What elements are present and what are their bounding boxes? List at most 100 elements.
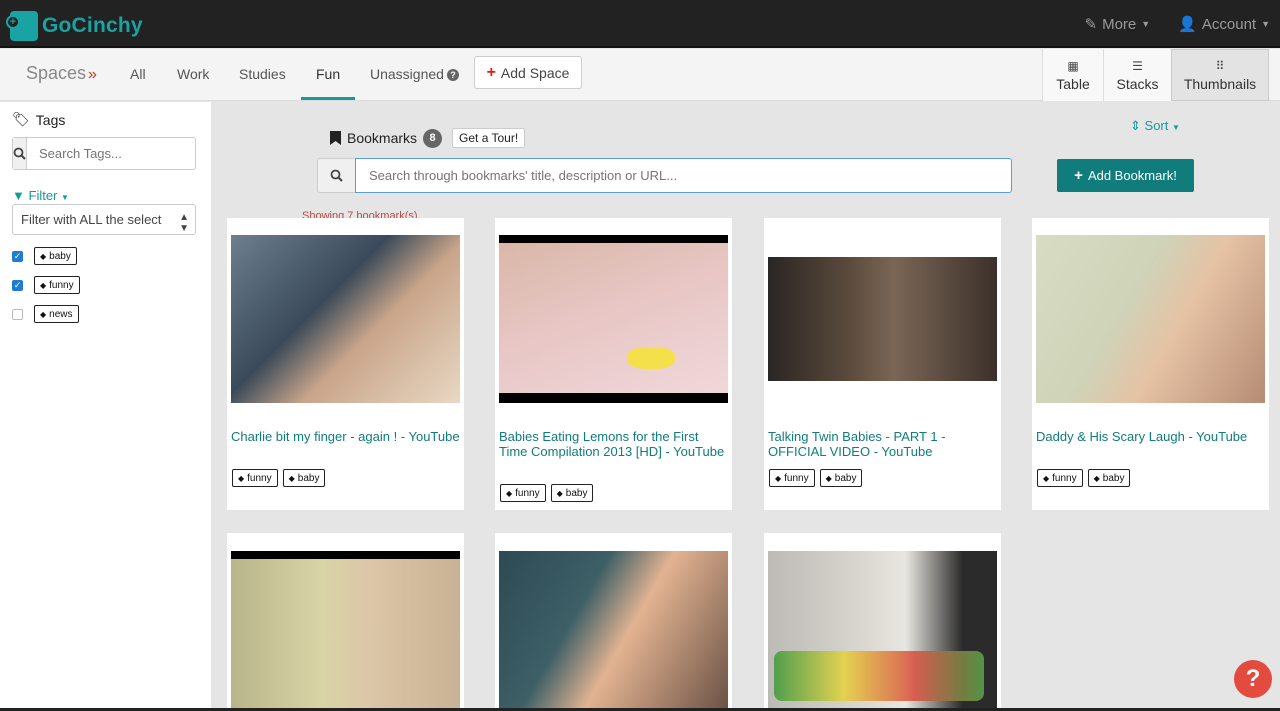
filter-icon: ▼ — [12, 188, 25, 203]
bookmark-thumbnail[interactable] — [499, 235, 728, 403]
tag-label[interactable]: ◆ baby — [550, 484, 594, 502]
bookmark-thumbnail[interactable] — [231, 551, 460, 711]
tag-search — [12, 137, 215, 170]
tag-label[interactable]: ◆ funny — [1037, 469, 1083, 487]
bookmark-title[interactable]: Babies Eating Lemons for the First Time … — [499, 429, 728, 459]
bookmarks-title: Bookmarks — [347, 130, 418, 146]
question-circle-icon[interactable]: ? — [446, 69, 459, 81]
filter-mode-select[interactable]: Filter with ALL the select ▲ ▼ — [12, 204, 196, 235]
bookmark-thumbnail[interactable] — [768, 257, 997, 381]
double-chevron-right-icon: » — [88, 66, 97, 83]
tag-name: funny — [1052, 472, 1077, 484]
search-icon[interactable] — [13, 138, 27, 169]
tag-label[interactable]: ◆ news — [34, 305, 79, 323]
view-stacks-button[interactable]: ☰ Stacks — [1103, 49, 1171, 101]
tag-search-input[interactable] — [27, 138, 215, 169]
plus-icon: + — [1074, 167, 1083, 184]
tag-name: baby — [1102, 472, 1125, 484]
tag-name: baby — [565, 487, 588, 499]
tab-all[interactable]: All — [130, 66, 146, 82]
tag-name: funny — [515, 487, 540, 499]
tag-label[interactable]: ◆ baby — [1087, 469, 1131, 487]
question-icon: ? — [1245, 665, 1261, 692]
tag-checkbox[interactable]: ✓ — [12, 279, 23, 291]
view-thumbnails-label: Thumbnails — [1183, 75, 1257, 92]
tag-checkbox[interactable]: ✓ — [12, 250, 23, 262]
view-table-label: Table — [1056, 75, 1090, 92]
tag-checkbox[interactable] — [12, 308, 23, 320]
tag-icon: ◆ — [238, 473, 245, 483]
account-menu[interactable]: 👤 Account ▼ — [1178, 15, 1270, 34]
more-menu[interactable]: ✎ More ▼ — [1084, 15, 1151, 34]
tag-name: baby — [49, 250, 71, 262]
view-stacks-label: Stacks — [1116, 75, 1159, 92]
tag-label[interactable]: ◆ funny — [769, 469, 815, 487]
bookmark-title[interactable]: Daddy & His Scary Laugh - YouTube — [1036, 429, 1265, 444]
tag-filter-item[interactable]: ✓ ◆ funny — [12, 276, 80, 294]
tag-label[interactable]: ◆ baby — [282, 469, 326, 487]
tag-icon: ◆ — [506, 488, 513, 498]
bookmark-title[interactable]: Talking Twin Babies - PART 1 - OFFICIAL … — [768, 429, 997, 459]
tag-filter-item[interactable]: ◆ news — [12, 305, 79, 323]
caret-down-icon: ▼ — [1172, 123, 1180, 132]
caret-down-icon: ▼ — [61, 193, 69, 202]
tags-heading: 🏷 Tags — [12, 111, 65, 128]
bookmark-thumbnail[interactable] — [768, 551, 997, 711]
spaces-heading[interactable]: Spaces» — [26, 63, 97, 84]
bookmark-thumbnail[interactable] — [499, 551, 728, 711]
spaces-bar: Spaces» All Work Studies Fun Unassigned?… — [0, 49, 1280, 101]
bookmark-thumbnail[interactable] — [231, 235, 460, 403]
tag-label[interactable]: ◆ funny — [232, 469, 278, 487]
thumbnails-icon: ⠿ — [1215, 58, 1225, 73]
caret-down-icon: ▼ — [1261, 19, 1270, 29]
caret-down-icon: ▼ — [1141, 19, 1151, 29]
tag-filter-item[interactable]: ✓ ◆ baby — [12, 247, 77, 265]
magic-wand-icon: ✎ — [1084, 16, 1098, 33]
bookmark-card[interactable] — [495, 533, 732, 711]
tag-icon: ◆ — [40, 251, 47, 261]
view-thumbnails-button[interactable]: ⠿ Thumbnails — [1171, 49, 1269, 101]
add-bookmark-button[interactable]: + Add Bookmark! — [1057, 159, 1194, 192]
stacks-icon: ☰ — [1132, 58, 1143, 73]
tags-title: Tags — [35, 111, 66, 128]
sort-dropdown[interactable]: ⇕ Sort ▼ — [1130, 118, 1180, 134]
search-icon[interactable] — [317, 158, 355, 193]
tag-icon: ◆ — [1093, 473, 1100, 483]
tab-fun[interactable]: Fun — [316, 66, 340, 82]
logo-icon: + — [6, 11, 38, 41]
logo[interactable]: + GoCinchy — [6, 11, 143, 41]
bookmark-card[interactable] — [227, 533, 464, 711]
tag-name: funny — [247, 472, 272, 484]
bookmark-card[interactable] — [764, 533, 1001, 711]
tab-studies[interactable]: Studies — [239, 66, 286, 82]
add-space-button[interactable]: + Add Space — [474, 56, 582, 89]
bookmark-icon — [330, 131, 341, 145]
tab-unassigned[interactable]: Unassigned? — [370, 66, 459, 82]
view-table-button[interactable]: ▦ Table — [1042, 49, 1103, 101]
bookmark-search-input[interactable] — [355, 158, 1012, 193]
help-chat-button[interactable]: ? — [1234, 660, 1272, 698]
tour-button[interactable]: Get a Tour! — [452, 128, 526, 148]
tag-label[interactable]: ◆ baby — [34, 247, 77, 265]
user-icon: 👤 — [1178, 16, 1197, 33]
bookmark-card[interactable]: Babies Eating Lemons for the First Time … — [495, 218, 732, 510]
bookmark-title[interactable]: Charlie bit my finger - again ! - YouTub… — [231, 429, 460, 444]
tag-label[interactable]: ◆ funny — [500, 484, 546, 502]
table-icon: ▦ — [1067, 58, 1079, 73]
tag-label[interactable]: ◆ funny — [34, 276, 80, 294]
bookmark-card[interactable]: Daddy & His Scary Laugh - YouTube ◆ funny… — [1032, 218, 1269, 510]
tags-icon: 🏷 — [12, 111, 30, 127]
tag-name: baby — [297, 472, 320, 484]
filter-label: Filter — [28, 188, 58, 203]
tag-label[interactable]: ◆ baby — [819, 469, 863, 487]
filter-toggle[interactable]: ▼ Filter ▼ — [12, 188, 69, 203]
tab-work[interactable]: Work — [177, 66, 209, 82]
bookmark-search — [317, 158, 1012, 193]
bookmark-card[interactable]: Talking Twin Babies - PART 1 - OFFICIAL … — [764, 218, 1001, 510]
bookmark-card[interactable]: Charlie bit my finger - again ! - YouTub… — [227, 218, 464, 510]
tag-icon: ◆ — [775, 473, 782, 483]
tag-icon: ◆ — [1043, 473, 1050, 483]
bookmark-thumbnail[interactable] — [1036, 235, 1265, 403]
tag-name: news — [49, 308, 73, 320]
top-navbar: + GoCinchy ✎ More ▼ 👤 Account ▼ — [0, 0, 1280, 48]
